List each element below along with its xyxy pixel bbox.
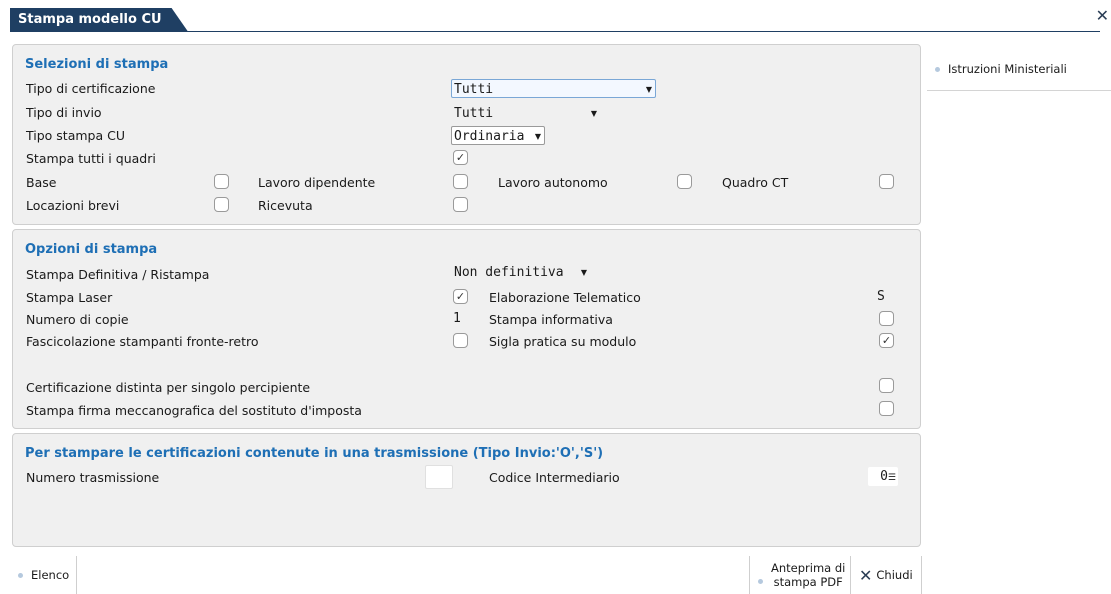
firma-label: Stampa firma meccanografica del sostitut… bbox=[26, 403, 362, 418]
list-icon: ☰ bbox=[887, 473, 896, 483]
lavoro-dip-label: Lavoro dipendente bbox=[258, 175, 376, 190]
tipo-stampa-value: Ordinaria bbox=[454, 129, 525, 144]
anteprima-label-line2: stampa PDF bbox=[773, 575, 843, 589]
base-label: Base bbox=[26, 175, 57, 190]
side-panel: Istruzioni Ministeriali bbox=[927, 44, 1111, 91]
quadro-ct-label: Quadro CT bbox=[722, 175, 789, 190]
definitiva-select[interactable]: Non definitiva ▼ bbox=[451, 262, 591, 281]
tipo-cert-label: Tipo di certificazione bbox=[26, 81, 156, 96]
laser-checkbox[interactable]: ✓ bbox=[453, 289, 468, 304]
anteprima-label: Anteprima di stampa PDF bbox=[771, 561, 845, 589]
copie-label: Numero di copie bbox=[26, 312, 129, 327]
elenco-button[interactable]: Elenco bbox=[10, 556, 76, 594]
tipo-invio-value: Tutti bbox=[454, 106, 494, 121]
locazioni-checkbox[interactable] bbox=[214, 197, 229, 212]
title-underline bbox=[10, 31, 1100, 32]
opzioni-title: Opzioni di stampa bbox=[25, 242, 158, 257]
anteprima-pdf-button[interactable]: Anteprima di stampa PDF bbox=[750, 556, 850, 594]
laser-label: Stampa Laser bbox=[26, 290, 113, 305]
informativa-checkbox[interactable] bbox=[879, 311, 894, 326]
trasmissione-panel: Per stampare le certificazioni contenute… bbox=[12, 433, 921, 547]
sigla-label: Sigla pratica su modulo bbox=[489, 334, 637, 349]
divider bbox=[921, 556, 922, 594]
base-checkbox[interactable] bbox=[214, 174, 229, 189]
telematico-label: Elaborazione Telematico bbox=[489, 290, 641, 305]
fascicolazione-checkbox[interactable] bbox=[453, 333, 468, 348]
tipo-stampa-select[interactable]: Ordinaria ▼ bbox=[451, 126, 545, 145]
locazioni-label: Locazioni brevi bbox=[26, 198, 120, 213]
istruzioni-ministeriali-link[interactable]: Istruzioni Ministeriali bbox=[935, 62, 1067, 76]
definitiva-value: Non definitiva bbox=[454, 265, 564, 280]
bullet-icon bbox=[758, 578, 763, 584]
tipo-stampa-label: Tipo stampa CU bbox=[26, 128, 125, 143]
firma-checkbox[interactable] bbox=[879, 401, 894, 416]
lavoro-aut-checkbox[interactable] bbox=[677, 174, 692, 189]
chiudi-label: Chiudi bbox=[876, 568, 913, 582]
window-title-tab: Stampa modello CU bbox=[10, 8, 188, 31]
numero-trasmissione-input[interactable] bbox=[425, 465, 453, 489]
elenco-label: Elenco bbox=[31, 568, 70, 582]
bullet-icon bbox=[935, 67, 940, 72]
lavoro-dip-checkbox[interactable] bbox=[453, 174, 468, 189]
codice-intermediario-label: Codice Intermediario bbox=[489, 470, 620, 485]
ricevuta-label: Ricevuta bbox=[258, 198, 313, 213]
fascicolazione-label: Fascicolazione stampanti fronte-retro bbox=[26, 334, 259, 349]
title-bar: Stampa modello CU ✕ bbox=[0, 0, 1111, 32]
informativa-label: Stampa informativa bbox=[489, 312, 613, 327]
chevron-down-icon: ▼ bbox=[645, 85, 652, 94]
distinta-checkbox[interactable] bbox=[879, 378, 894, 393]
selezioni-panel: Selezioni di stampa Tipo di certificazio… bbox=[12, 44, 921, 225]
selezioni-title: Selezioni di stampa bbox=[25, 57, 169, 72]
anteprima-label-line1: Anteprima di bbox=[771, 561, 846, 575]
sigla-checkbox[interactable]: ✓ bbox=[879, 333, 894, 348]
copie-input[interactable]: 1 bbox=[453, 309, 461, 328]
bullet-icon bbox=[18, 572, 23, 578]
close-icon: ✕ bbox=[859, 565, 873, 585]
opzioni-panel: Opzioni di stampa Stampa Definitiva / Ri… bbox=[12, 229, 921, 429]
bottom-toolbar: Elenco Anteprima di stampa PDF ✕ Chiudi bbox=[0, 556, 1111, 594]
telematico-value[interactable]: S bbox=[877, 287, 885, 306]
tipo-invio-label: Tipo di invio bbox=[26, 105, 102, 120]
chevron-down-icon: ▼ bbox=[590, 109, 597, 118]
chiudi-button[interactable]: ✕ Chiudi bbox=[851, 556, 921, 594]
tipo-cert-select[interactable]: Tutti ▼ bbox=[451, 79, 656, 98]
ricevuta-checkbox[interactable] bbox=[453, 197, 468, 212]
definitiva-label: Stampa Definitiva / Ristampa bbox=[26, 267, 210, 282]
istruzioni-label: Istruzioni Ministeriali bbox=[948, 62, 1067, 76]
close-window-icon[interactable]: ✕ bbox=[1096, 6, 1109, 25]
numero-trasmissione-label: Numero trasmissione bbox=[26, 470, 160, 485]
lavoro-aut-label: Lavoro autonomo bbox=[498, 175, 608, 190]
trasmissione-title: Per stampare le certificazioni contenute… bbox=[25, 446, 604, 461]
stampa-tutti-checkbox[interactable]: ✓ bbox=[453, 150, 468, 165]
stampa-tutti-label: Stampa tutti i quadri bbox=[26, 151, 156, 166]
chevron-down-icon: ▼ bbox=[580, 268, 587, 277]
tipo-invio-select[interactable]: Tutti ▼ bbox=[451, 103, 601, 122]
chevron-down-icon: ▼ bbox=[534, 132, 541, 141]
codice-intermediario-value: 0 bbox=[880, 469, 888, 484]
codice-intermediario-field[interactable]: 0☰ bbox=[868, 467, 898, 486]
distinta-label: Certificazione distinta per singolo perc… bbox=[26, 380, 311, 395]
quadro-ct-checkbox[interactable] bbox=[879, 174, 894, 189]
tipo-cert-value: Tutti bbox=[454, 82, 494, 97]
divider bbox=[76, 556, 77, 594]
